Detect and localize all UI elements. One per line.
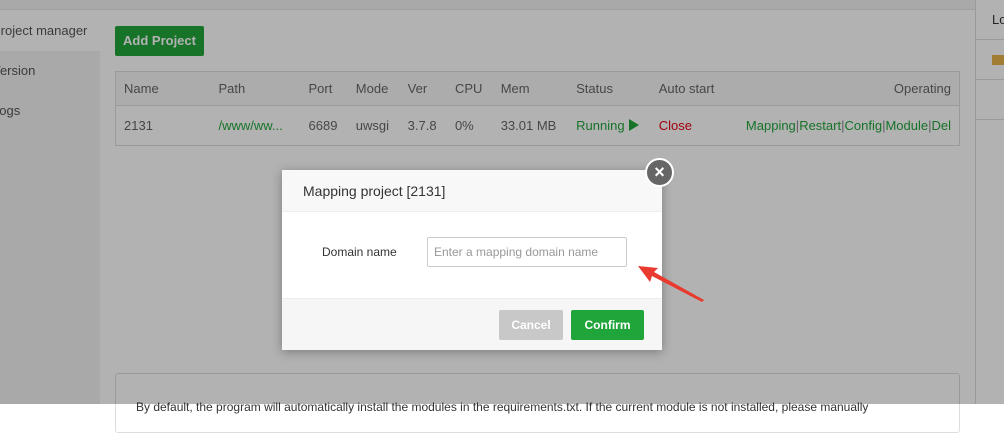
confirm-button[interactable]: Confirm [571, 310, 644, 340]
close-icon[interactable]: × [645, 158, 674, 187]
dialog-footer: Cancel Confirm [282, 298, 662, 350]
domain-name-input[interactable] [427, 237, 627, 267]
mapping-dialog: Mapping project [2131] Domain name Cance… [282, 170, 662, 350]
red-arrow-annotation [638, 266, 704, 302]
domain-name-label: Domain name [322, 245, 397, 259]
dialog-body: Domain name [282, 212, 662, 298]
cancel-button[interactable]: Cancel [499, 310, 563, 340]
dialog-title: Mapping project [2131] [282, 170, 662, 212]
